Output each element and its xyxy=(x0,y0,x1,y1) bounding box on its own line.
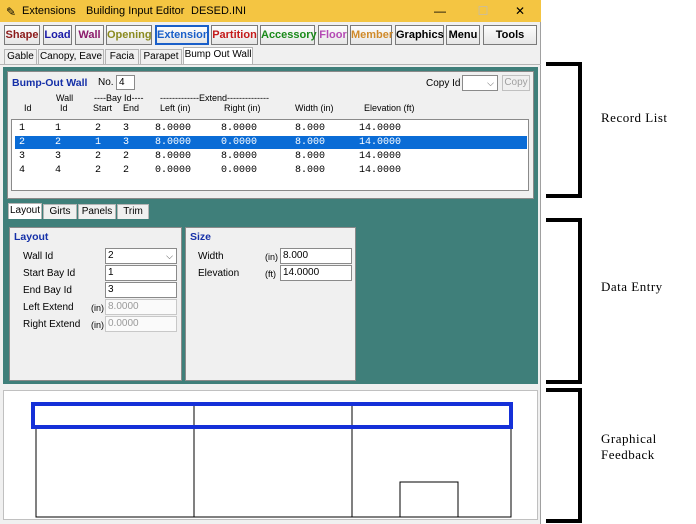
toolbar-graphics-button[interactable]: Graphics xyxy=(395,25,444,45)
table-row-selected[interactable]: 2 2 1 3 8.0000 0.0000 8.000 14.0000 xyxy=(15,136,527,149)
record-title: Bump-Out Wall xyxy=(12,77,88,89)
table-row[interactable]: 3 3 2 2 8.0000 8.0000 8.000 14.0000 xyxy=(15,150,527,163)
close-icon[interactable]: ✕ xyxy=(511,3,529,19)
maximize-icon[interactable]: ☐ xyxy=(474,3,492,19)
chevron-down-icon: ⌵ xyxy=(487,78,494,88)
col-right: Right (in) xyxy=(224,103,261,113)
app-title: Building Input Editor xyxy=(86,5,185,17)
toolbar-load-button[interactable]: Load xyxy=(43,25,72,45)
col-wall-id: Id xyxy=(60,103,68,113)
width-unit: (in) xyxy=(265,252,278,262)
tab-facia[interactable]: Facia xyxy=(105,49,139,64)
building-elevation-drawing xyxy=(31,402,513,518)
elevation-unit: (ft) xyxy=(265,269,276,279)
toolbar-menu-button[interactable]: Menu xyxy=(446,25,480,45)
tab-girts[interactable]: Girts xyxy=(43,204,77,219)
left-extend-input[interactable]: 8.0000 xyxy=(105,299,177,315)
toolbar-extension-button[interactable]: Extension xyxy=(155,25,210,45)
end-bay-input[interactable]: 3 xyxy=(105,282,177,298)
toolbar-accessory-button[interactable]: Accessory xyxy=(260,25,317,45)
col-extend-group: -------------Extend-------------- xyxy=(160,93,269,103)
wall-outline xyxy=(35,426,512,518)
toolbar-wall-button[interactable]: Wall xyxy=(75,25,104,45)
menu-extensions[interactable]: Extensions xyxy=(22,5,76,17)
start-bay-label: Start Bay Id xyxy=(23,268,76,279)
col-width: Width (in) xyxy=(295,103,334,113)
table-row[interactable]: 4 4 2 2 0.0000 0.0000 8.000 14.0000 xyxy=(15,164,527,177)
annotation-data-entry: Data Entry xyxy=(601,279,663,294)
toolbar-member-button[interactable]: Member xyxy=(350,25,393,45)
right-extend-label: Right Extend xyxy=(23,319,81,330)
title-bar: ✎ Extensions Building Input Editor DESED… xyxy=(0,0,541,22)
left-extend-unit: (in) xyxy=(91,303,104,313)
record-no-input[interactable]: 4 xyxy=(116,75,135,90)
tab-gable[interactable]: Gable xyxy=(4,49,37,64)
layout-group: Layout Wall Id 2 ⌵ Start Bay Id 1 End Ba… xyxy=(9,227,182,381)
toolbar-tools-button[interactable]: Tools xyxy=(483,25,537,45)
col-wall: Wall xyxy=(56,93,74,103)
end-bay-label: End Bay Id xyxy=(23,285,72,296)
annotation-graphical: Graphical xyxy=(601,431,657,446)
chevron-down-icon: ⌵ xyxy=(166,251,173,261)
col-left: Left (in) xyxy=(160,103,191,113)
app-window: ✎ Extensions Building Input Editor DESED… xyxy=(0,0,541,524)
copy-button[interactable]: Copy xyxy=(502,75,530,91)
width-label: Width xyxy=(198,251,224,262)
bump-out-highlight xyxy=(31,402,513,429)
tab-trim[interactable]: Trim xyxy=(117,204,149,219)
elevation-label: Elevation xyxy=(198,268,240,279)
col-elevation: Elevation (ft) xyxy=(364,103,415,113)
copy-id-select[interactable]: ⌵ xyxy=(462,75,498,91)
minimize-icon[interactable]: — xyxy=(431,3,449,19)
right-extend-input[interactable]: 0.0000 xyxy=(105,316,177,332)
col-bay-end: End xyxy=(123,103,140,113)
col-bay-group: ----Bay Id---- xyxy=(94,93,144,103)
tab-layout[interactable]: Layout xyxy=(8,203,42,219)
annotation-feedback: Feedback xyxy=(601,447,655,462)
wall-id-select[interactable]: 2 ⌵ xyxy=(105,248,177,264)
toolbar-partition-button[interactable]: Partition xyxy=(211,25,258,45)
app-icon: ✎ xyxy=(6,5,17,19)
size-group: Size Width (in) 8.000 Elevation (ft) 14.… xyxy=(185,227,356,381)
width-input[interactable]: 8.000 xyxy=(280,248,352,264)
right-extend-unit: (in) xyxy=(91,320,104,330)
left-extend-label: Left Extend xyxy=(23,302,74,313)
tab-panels[interactable]: Panels xyxy=(78,204,116,219)
table-row[interactable]: 1 1 2 3 8.0000 8.0000 8.000 14.0000 xyxy=(15,122,527,135)
toolbar-floor-button[interactable]: Floor xyxy=(318,25,348,45)
file-name: DESED.INI xyxy=(191,5,247,17)
col-id: Id xyxy=(24,103,32,113)
layout-title: Layout xyxy=(14,231,49,243)
col-bay-start: Start xyxy=(93,103,113,113)
no-label: No. xyxy=(98,77,114,88)
copy-id-label: Copy Id xyxy=(426,78,461,89)
graphics-canvas[interactable] xyxy=(3,390,538,520)
start-bay-input[interactable]: 1 xyxy=(105,265,177,281)
tab-canopy-eave[interactable]: Canopy, Eave xyxy=(38,49,104,64)
toolbar-opening-button[interactable]: Opening xyxy=(106,25,152,45)
annotation-record-list: Record List xyxy=(601,110,668,125)
tab-bump-out-wall[interactable]: Bump Out Wall xyxy=(183,47,253,64)
tab-parapet[interactable]: Parapet xyxy=(140,49,182,64)
toolbar-shape-button[interactable]: Shape xyxy=(4,25,40,45)
elevation-input[interactable]: 14.0000 xyxy=(280,265,352,281)
wall-id-label: Wall Id xyxy=(23,251,54,262)
door-opening xyxy=(399,481,459,518)
size-title: Size xyxy=(190,231,212,243)
